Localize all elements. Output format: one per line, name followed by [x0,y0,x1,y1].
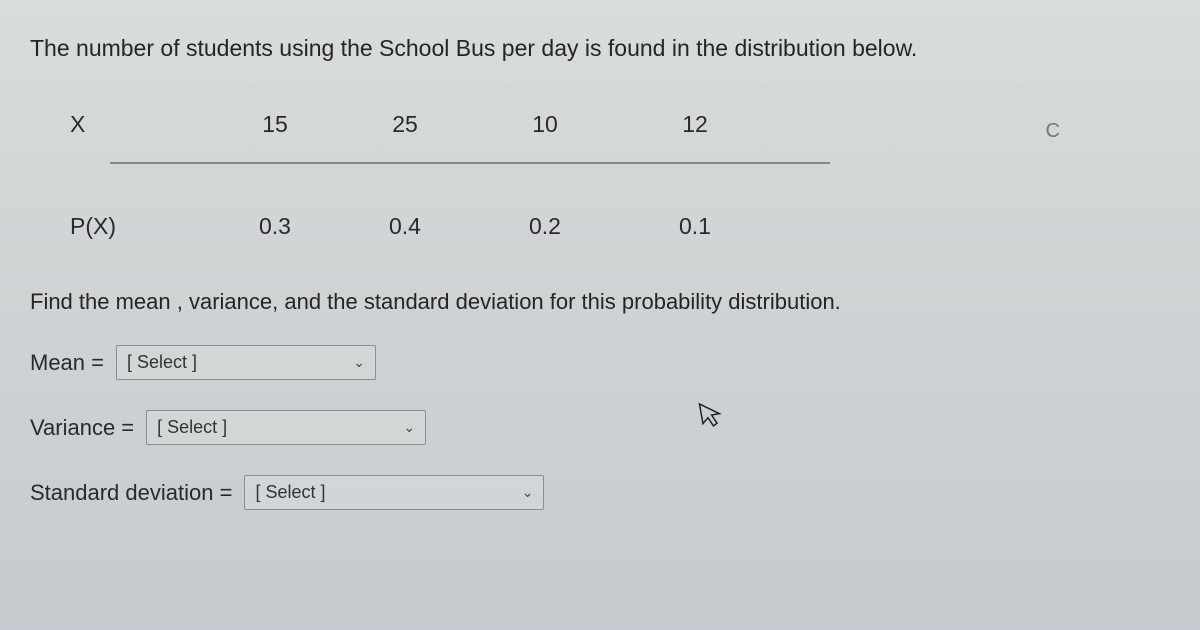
stddev-row: Standard deviation = [ Select ] ⌄ [30,475,1170,510]
select-placeholder: [ Select ] [157,417,227,438]
mean-row: Mean = [ Select ] ⌄ [30,345,1170,380]
x-value: 25 [340,111,470,138]
distribution-table: X 15 25 10 12 P(X) 0.3 0.4 0.2 0.1 [70,92,1170,259]
variance-label: Variance = [30,415,134,441]
x-value: 12 [620,111,770,138]
px-label: P(X) [70,213,210,240]
question-text: The number of students using the School … [30,35,1170,62]
x-value: 10 [470,111,620,138]
x-label: X [70,111,210,138]
cursor-icon [697,398,727,437]
variance-select[interactable]: [ Select ] ⌄ [146,410,426,445]
mean-label: Mean = [30,350,104,376]
select-placeholder: [ Select ] [255,482,325,503]
table-divider [110,162,830,164]
p-value: 0.1 [620,213,770,240]
p-value: 0.2 [470,213,620,240]
refresh-icon[interactable]: C [1046,120,1060,143]
chevron-down-icon: ⌄ [353,354,365,371]
chevron-down-icon: ⌄ [522,484,534,501]
chevron-down-icon: ⌄ [403,419,415,436]
table-row: P(X) 0.3 0.4 0.2 0.1 [70,194,1170,259]
instruction-text: Find the mean , variance, and the standa… [30,289,1170,315]
stddev-select[interactable]: [ Select ] ⌄ [244,475,544,510]
variance-row: Variance = [ Select ] ⌄ [30,410,1170,445]
x-value: 15 [210,111,340,138]
table-row: X 15 25 10 12 [70,92,1170,157]
p-value: 0.4 [340,213,470,240]
p-value: 0.3 [210,213,340,240]
mean-select[interactable]: [ Select ] ⌄ [116,345,376,380]
stddev-label: Standard deviation = [30,480,232,506]
select-placeholder: [ Select ] [127,352,197,373]
